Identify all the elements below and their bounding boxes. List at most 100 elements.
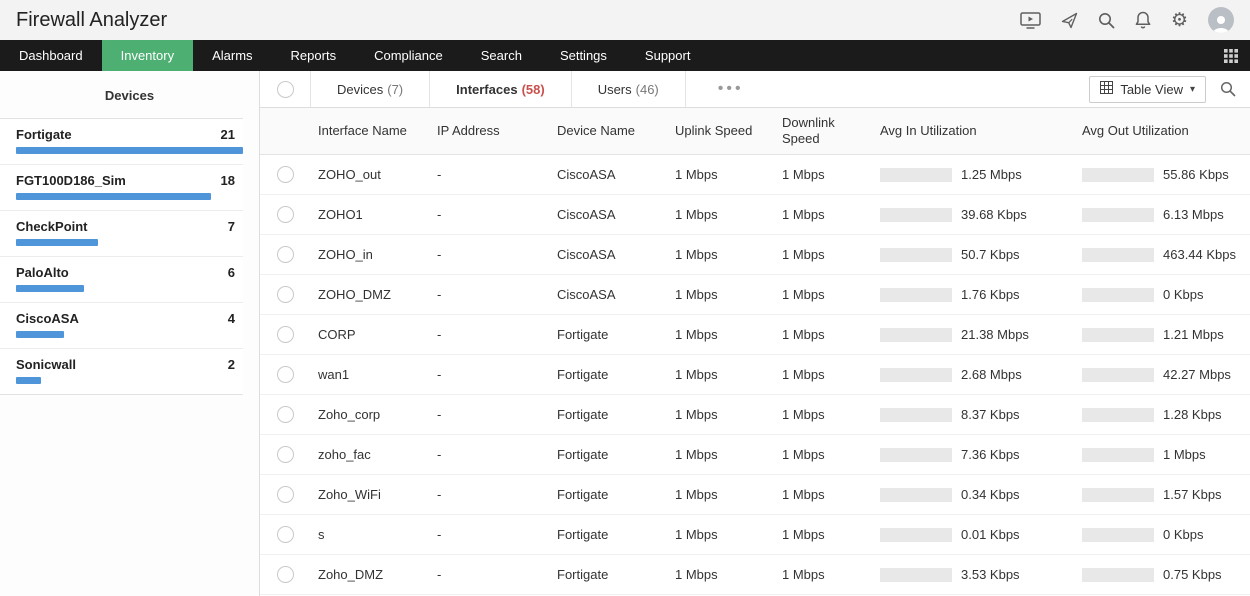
avg-out-value: 463.44 Kbps xyxy=(1163,247,1236,262)
row-radio[interactable] xyxy=(277,486,294,503)
device-count: 6 xyxy=(228,265,235,280)
table-row[interactable]: ZOHO_in - CiscoASA 1 Mbps 1 Mbps 50.7 Kb… xyxy=(260,235,1250,275)
nav-item-search[interactable]: Search xyxy=(462,40,541,71)
cell-interface-name[interactable]: Zoho_corp xyxy=(310,407,429,422)
cell-uplink-speed: 1 Mbps xyxy=(667,527,774,542)
device-list-item-fortigate[interactable]: Fortigate 21 xyxy=(0,119,243,165)
nav-item-reports[interactable]: Reports xyxy=(272,40,356,71)
main-nav: DashboardInventoryAlarmsReportsComplianc… xyxy=(0,40,1250,71)
row-radio[interactable] xyxy=(277,286,294,303)
col-ip-address[interactable]: IP Address xyxy=(429,123,549,139)
presentation-icon[interactable] xyxy=(1020,12,1041,29)
row-radio[interactable] xyxy=(277,326,294,343)
row-radio[interactable] xyxy=(277,406,294,423)
avg-in-bar xyxy=(880,168,952,182)
cell-ip-address: - xyxy=(429,167,549,182)
cell-avg-out-utilization: 6.13 Mbps xyxy=(1074,207,1250,222)
device-list-item-checkpoint[interactable]: CheckPoint 7 xyxy=(0,211,243,257)
cell-interface-name[interactable]: s xyxy=(310,527,429,542)
cell-avg-out-utilization: 42.27 Mbps xyxy=(1074,367,1250,382)
cell-uplink-speed: 1 Mbps xyxy=(667,407,774,422)
launch-icon[interactable] xyxy=(1061,12,1078,29)
avg-in-value: 7.36 Kbps xyxy=(961,447,1020,462)
nav-items: DashboardInventoryAlarmsReportsComplianc… xyxy=(0,40,709,71)
row-radio[interactable] xyxy=(277,246,294,263)
nav-item-dashboard[interactable]: Dashboard xyxy=(0,40,102,71)
device-count-bar xyxy=(16,331,64,338)
table-row[interactable]: wan1 - Fortigate 1 Mbps 1 Mbps 2.68 Mbps… xyxy=(260,355,1250,395)
app-title: Firewall Analyzer xyxy=(16,9,167,32)
avg-out-value: 55.86 Kbps xyxy=(1163,167,1229,182)
cell-ip-address: - xyxy=(429,487,549,502)
more-tabs-button[interactable]: ••• xyxy=(712,79,750,99)
cell-avg-in-utilization: 8.37 Kbps xyxy=(872,407,1074,422)
table-row[interactable]: zoho_fac - Fortigate 1 Mbps 1 Mbps 7.36 … xyxy=(260,435,1250,475)
nav-item-inventory[interactable]: Inventory xyxy=(102,40,193,71)
avg-out-bar xyxy=(1082,168,1154,182)
cell-interface-name[interactable]: ZOHO_DMZ xyxy=(310,287,429,302)
avg-in-value: 0.01 Kbps xyxy=(961,527,1020,542)
row-radio[interactable] xyxy=(277,526,294,543)
apps-grid-icon[interactable] xyxy=(1224,40,1250,71)
col-downlink-speed[interactable]: Downlink Speed xyxy=(774,115,872,148)
table-row[interactable]: ZOHO_out - CiscoASA 1 Mbps 1 Mbps 1.25 M… xyxy=(260,155,1250,195)
device-name: Fortigate xyxy=(16,127,72,142)
avg-out-value: 0.75 Kbps xyxy=(1163,567,1222,582)
device-list-item-ciscoasa[interactable]: CiscoASA 4 xyxy=(0,303,243,349)
cell-uplink-speed: 1 Mbps xyxy=(667,327,774,342)
tab-interfaces[interactable]: Interfaces (58) xyxy=(429,71,571,107)
table-view-button[interactable]: Table View ▾ xyxy=(1089,76,1206,103)
avg-in-bar xyxy=(880,488,952,502)
cell-interface-name[interactable]: ZOHO_in xyxy=(310,247,429,262)
cell-interface-name[interactable]: ZOHO1 xyxy=(310,207,429,222)
cell-device-name: CiscoASA xyxy=(549,247,667,262)
gear-icon[interactable]: ⚙ xyxy=(1171,11,1188,30)
nav-item-compliance[interactable]: Compliance xyxy=(355,40,462,71)
device-count-bar xyxy=(16,285,84,292)
col-uplink-speed[interactable]: Uplink Speed xyxy=(667,123,774,139)
cell-interface-name[interactable]: Zoho_DMZ xyxy=(310,567,429,582)
nav-item-support[interactable]: Support xyxy=(626,40,710,71)
row-radio[interactable] xyxy=(277,366,294,383)
cell-device-name: CiscoASA xyxy=(549,207,667,222)
row-radio[interactable] xyxy=(277,566,294,583)
table-search-icon[interactable] xyxy=(1220,81,1236,97)
cell-interface-name[interactable]: wan1 xyxy=(310,367,429,382)
col-device-name[interactable]: Device Name xyxy=(549,123,667,139)
table-row[interactable]: ZOHO_DMZ - CiscoASA 1 Mbps 1 Mbps 1.76 K… xyxy=(260,275,1250,315)
table-row[interactable]: s - Fortigate 1 Mbps 1 Mbps 0.01 Kbps 0 … xyxy=(260,515,1250,555)
device-count-bar xyxy=(16,147,243,154)
avg-in-value: 39.68 Kbps xyxy=(961,207,1027,222)
nav-item-alarms[interactable]: Alarms xyxy=(193,40,271,71)
cell-avg-in-utilization: 21.38 Mbps xyxy=(872,327,1074,342)
cell-device-name: Fortigate xyxy=(549,367,667,382)
cell-interface-name[interactable]: Zoho_WiFi xyxy=(310,487,429,502)
col-interface-name[interactable]: Interface Name xyxy=(310,123,429,139)
col-avg-out-utilization[interactable]: Avg Out Utilization xyxy=(1074,123,1250,139)
cell-uplink-speed: 1 Mbps xyxy=(667,487,774,502)
search-icon[interactable] xyxy=(1098,12,1115,29)
device-list-item-paloalto[interactable]: PaloAlto 6 xyxy=(0,257,243,303)
col-avg-in-utilization[interactable]: Avg In Utilization xyxy=(872,123,1074,139)
select-all-radio[interactable] xyxy=(277,81,294,98)
device-list-item-sonicwall[interactable]: Sonicwall 2 xyxy=(0,349,243,394)
table-row[interactable]: Zoho_WiFi - Fortigate 1 Mbps 1 Mbps 0.34… xyxy=(260,475,1250,515)
table-row[interactable]: CORP - Fortigate 1 Mbps 1 Mbps 21.38 Mbp… xyxy=(260,315,1250,355)
tab-users[interactable]: Users (46) xyxy=(571,71,686,107)
table-row[interactable]: Zoho_corp - Fortigate 1 Mbps 1 Mbps 8.37… xyxy=(260,395,1250,435)
bell-icon[interactable] xyxy=(1135,11,1151,29)
device-list-item-fgt100d186_sim[interactable]: FGT100D186_Sim 18 xyxy=(0,165,243,211)
avg-in-value: 2.68 Mbps xyxy=(961,367,1022,382)
row-radio[interactable] xyxy=(277,206,294,223)
avg-out-bar xyxy=(1082,208,1154,222)
cell-interface-name[interactable]: zoho_fac xyxy=(310,447,429,462)
table-row[interactable]: Zoho_DMZ - Fortigate 1 Mbps 1 Mbps 3.53 … xyxy=(260,555,1250,595)
row-radio[interactable] xyxy=(277,166,294,183)
row-radio[interactable] xyxy=(277,446,294,463)
avatar[interactable] xyxy=(1208,7,1234,33)
table-row[interactable]: ZOHO1 - CiscoASA 1 Mbps 1 Mbps 39.68 Kbp… xyxy=(260,195,1250,235)
cell-interface-name[interactable]: ZOHO_out xyxy=(310,167,429,182)
nav-item-settings[interactable]: Settings xyxy=(541,40,626,71)
tab-devices[interactable]: Devices (7) xyxy=(310,71,429,107)
cell-interface-name[interactable]: CORP xyxy=(310,327,429,342)
